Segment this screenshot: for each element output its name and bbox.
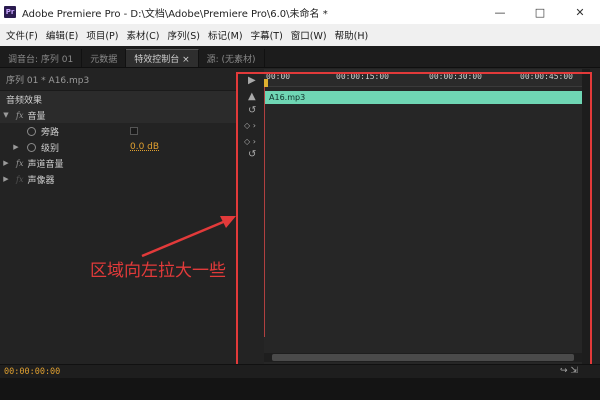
annotation-text: 区域向左拉大一些 [90, 261, 226, 281]
menu-title[interactable]: 字幕(T) [247, 28, 287, 42]
window-controls: — □ ✕ [480, 0, 600, 24]
maximize-button[interactable]: □ [520, 0, 560, 24]
bypass-label: 旁路 [41, 127, 60, 138]
tab-metadata[interactable]: 元数据 [82, 49, 127, 67]
minimize-button[interactable]: — [480, 0, 520, 24]
audio-effects-title: 音频效果 [6, 95, 43, 106]
close-button[interactable]: ✕ [560, 0, 600, 24]
export-icon[interactable]: ↪ ⇲ [560, 366, 578, 376]
volume-label: 音量 [27, 111, 46, 122]
stopwatch-icon[interactable] [27, 142, 36, 152]
level-row: ▶ 级别 0.0 dB [0, 139, 236, 155]
expand-right-icon[interactable]: ▶ [0, 159, 12, 167]
menu-sequence[interactable]: 序列(S) [164, 28, 204, 42]
highlight-box [236, 72, 592, 370]
channel-volume-label: 声道音量 [27, 159, 64, 170]
level-label: 级别 [41, 143, 60, 154]
expand-right-icon[interactable]: ▶ [10, 143, 22, 151]
status-bar: 00:00:00:00 ↪ ⇲ [0, 364, 600, 378]
menu-window[interactable]: 窗口(W) [287, 28, 331, 42]
panel-tab-row: 调音台: 序列 01 元数据 特效控制台 × 源: (无素材) [0, 46, 600, 68]
audio-effects-header: 音频效果 [0, 91, 236, 107]
menu-clip[interactable]: 素材(C) [122, 28, 163, 42]
panner-label: 声像器 [27, 175, 55, 186]
footer-strip [0, 378, 600, 400]
menu-project[interactable]: 项目(P) [82, 28, 122, 42]
menu-file[interactable]: 文件(F) [2, 28, 42, 42]
annotation-arrow [141, 216, 236, 258]
fx-icon: fx [16, 174, 24, 184]
tab-audio-mixer[interactable]: 调音台: 序列 01 [0, 49, 83, 67]
menu-help[interactable]: 帮助(H) [331, 28, 373, 42]
sequence-clip-label: 序列 01 * A16.mp3 [0, 69, 236, 91]
tab-source[interactable]: 源: (无素材) [199, 49, 265, 67]
level-value[interactable]: 0.0 dB [130, 142, 159, 152]
current-timecode[interactable]: 00:00:00:00 [4, 367, 60, 377]
bypass-row: 旁路 [0, 123, 236, 139]
window-title: Adobe Premiere Pro - D:\文档\Adobe\Premier… [22, 8, 328, 20]
bypass-checkbox[interactable] [130, 127, 138, 135]
menu-marker[interactable]: 标记(M) [204, 28, 247, 42]
volume-effect-row[interactable]: ▼ fx 音量 [0, 107, 236, 123]
menu-edit[interactable]: 编辑(E) [42, 28, 82, 42]
tab-effect-controls[interactable]: 特效控制台 × [126, 49, 199, 67]
expand-right-icon[interactable]: ▶ [0, 175, 12, 183]
fx-icon[interactable]: fx [16, 111, 23, 120]
expand-down-icon[interactable]: ▼ [0, 111, 12, 119]
premiere-logo-icon: Pr [4, 6, 16, 18]
menu-bar: 文件(F) 编辑(E) 项目(P) 素材(C) 序列(S) 标记(M) 字幕(T… [0, 24, 600, 46]
channel-volume-row[interactable]: ▶ fx 声道音量 [0, 155, 236, 171]
panner-row[interactable]: ▶ fx 声像器 [0, 171, 236, 187]
title-bar: Pr Adobe Premiere Pro - D:\文档\Adobe\Prem… [0, 0, 600, 24]
fx-icon[interactable]: fx [16, 159, 23, 168]
stopwatch-icon[interactable] [27, 126, 36, 136]
